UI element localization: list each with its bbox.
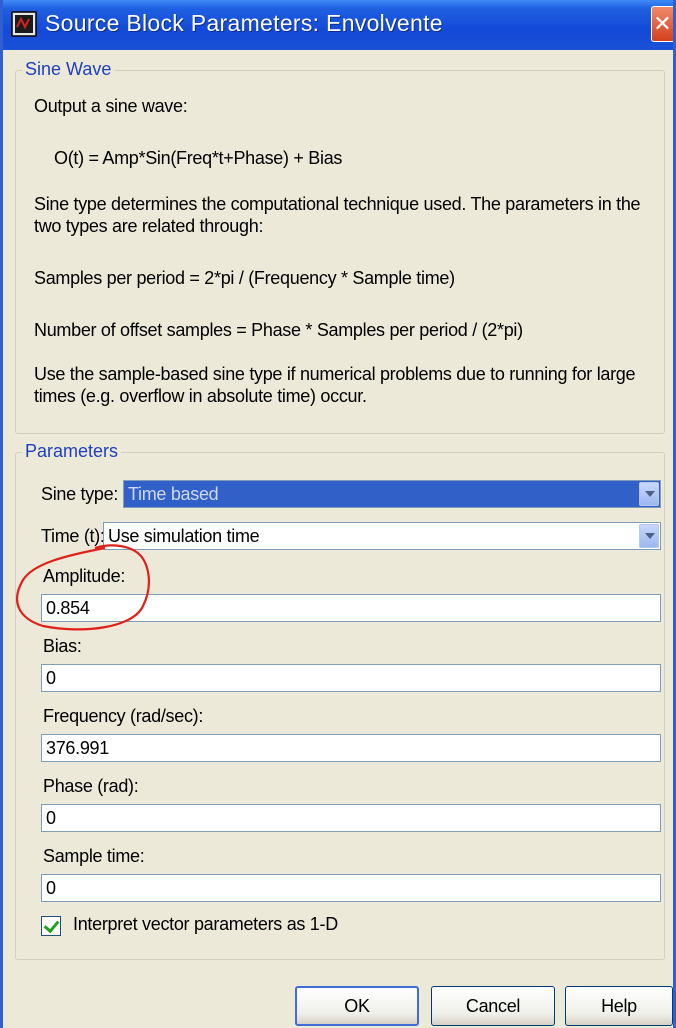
sample-based-note: Use the sample-based sine type if numeri…: [34, 364, 636, 406]
time-value: Use simulation time: [108, 526, 260, 546]
sample-time-label: Sample time:: [43, 846, 145, 866]
bias-input[interactable]: 0: [41, 664, 661, 692]
sine-type-select[interactable]: Time based: [123, 480, 661, 508]
bias-label: Bias:: [43, 636, 82, 656]
sine-type-description: Sine type determines the computational t…: [34, 194, 641, 236]
sine-type-label: Sine type:: [41, 484, 119, 504]
help-button[interactable]: Help: [565, 986, 673, 1026]
sine-type-value: Time based: [128, 484, 219, 504]
amplitude-label: Amplitude:: [43, 566, 126, 586]
sine-wave-intro: Output a sine wave:: [34, 96, 188, 116]
frequency-input[interactable]: 376.991: [41, 734, 661, 762]
interpret-vector-label[interactable]: Interpret vector parameters as 1-D: [73, 914, 338, 935]
title-bar[interactable]: Source Block Parameters: Envolvente ✕: [3, 0, 673, 50]
sine-wave-formula: O(t) = Amp*Sin(Freq*t+Phase) + Bias: [54, 148, 343, 168]
sample-time-input[interactable]: 0: [41, 874, 661, 902]
block-parameters-dialog: Source Block Parameters: Envolvente ✕ Si…: [0, 0, 676, 1028]
chevron-down-icon[interactable]: [639, 524, 659, 548]
window-title: Source Block Parameters: Envolvente: [45, 10, 443, 36]
amplitude-input[interactable]: 0.854: [41, 594, 661, 622]
time-label: Time (t):: [41, 526, 105, 546]
parameters-legend: Parameters: [22, 441, 122, 462]
ok-button[interactable]: OK: [295, 986, 419, 1026]
phase-label: Phase (rad):: [43, 776, 139, 796]
sine-wave-legend: Sine Wave: [22, 59, 115, 80]
samples-per-period-text: Samples per period = 2*pi / (Frequency *…: [34, 268, 455, 288]
time-select[interactable]: Use simulation time: [103, 522, 661, 550]
cancel-button[interactable]: Cancel: [431, 986, 555, 1026]
frequency-label: Frequency (rad/sec):: [43, 706, 204, 726]
offset-samples-text: Number of offset samples = Phase * Sampl…: [34, 320, 523, 340]
close-icon[interactable]: ✕: [651, 6, 673, 42]
interpret-vector-checkbox[interactable]: [41, 916, 61, 936]
chevron-down-icon[interactable]: [639, 482, 659, 506]
simulink-block-icon: [11, 11, 37, 37]
phase-input[interactable]: 0: [41, 804, 661, 832]
sine-wave-group: Sine Wave Output a sine wave: O(t) = Amp…: [15, 59, 665, 434]
